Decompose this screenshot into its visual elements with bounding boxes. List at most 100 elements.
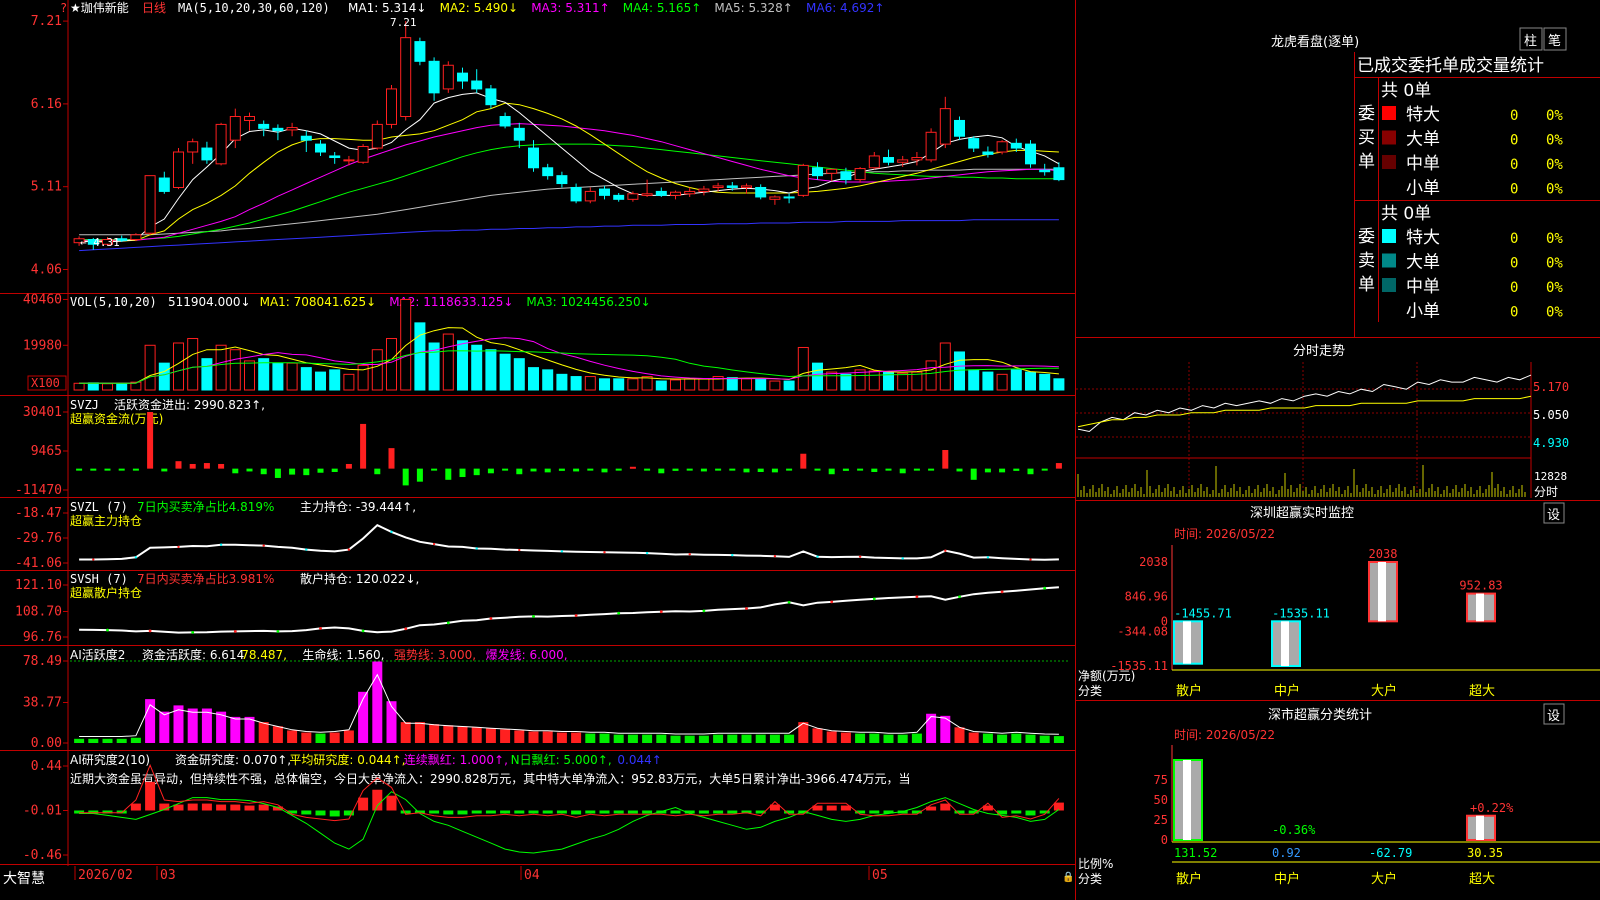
category-label: 中户 bbox=[1274, 871, 1300, 887]
activity-bar bbox=[258, 722, 269, 743]
volume-bar bbox=[215, 344, 227, 391]
activity-bar bbox=[982, 733, 993, 743]
candle-body bbox=[783, 196, 795, 199]
tab-bar[interactable]: 柱 笔 bbox=[1519, 27, 1567, 51]
candle-body bbox=[826, 168, 838, 174]
marker-dot bbox=[347, 548, 351, 551]
ai-research-panel[interactable]: AI研究度2(10) 资金研究度: 0.070↑,平均研究度: 0.044↑,连… bbox=[23, 752, 1064, 863]
y-tick-label: 78.49 bbox=[23, 654, 62, 669]
activity-bar bbox=[542, 731, 553, 743]
research-bar bbox=[1025, 810, 1036, 816]
volume-bar bbox=[599, 378, 610, 391]
y-tick-label: -29.76 bbox=[15, 531, 62, 546]
ai-active-panel[interactable]: AI活跃度2 资金活跃度: 6.61478.487, 生命线: 1.560, 强势线… bbox=[23, 647, 1068, 751]
period-label[interactable]: 日线 bbox=[142, 1, 166, 15]
row-count: 0 bbox=[1510, 305, 1518, 321]
color-swatch bbox=[1382, 155, 1396, 169]
volume-bar bbox=[499, 353, 511, 391]
research-bar bbox=[1011, 810, 1022, 814]
bar-value-label: -1535.11 bbox=[1272, 606, 1330, 620]
value-label: MA2: 5.490↓ bbox=[440, 1, 518, 15]
classify-panel[interactable]: 深市超赢分类统计 设 时间: 2026/05/22 75 50 25 0 131.52 散… bbox=[1078, 703, 1600, 887]
row-count: 0 bbox=[1510, 280, 1518, 296]
volume-bar bbox=[698, 378, 710, 391]
volume-bar bbox=[442, 333, 454, 391]
svzj-panel[interactable]: SVZJ 活跃资金进出: 2990.823↑, 超赢资金流(万元) 304019… bbox=[15, 397, 1062, 498]
right-panel[interactable]: 龙虎看盘(逐单) 柱 笔 已成交委托单成交量统计 委买单共 0单特大 0 0%大单 0… bbox=[1076, 0, 1600, 900]
fund-flow-bar bbox=[956, 468, 963, 472]
classify-settings-button[interactable]: 设 bbox=[1547, 709, 1560, 724]
volume-panel[interactable]: VOL(5,10,20) 511904.000↓ MA1: 708041.625↓… bbox=[23, 292, 1065, 391]
fund-flow-bar bbox=[218, 463, 225, 469]
svzl-panel[interactable]: SVZL (7) 7日内买卖净占比4.819% 主力持仓: -39.444↑, … bbox=[15, 499, 1059, 571]
row-label: 大单 bbox=[1406, 130, 1440, 150]
marker-dot bbox=[404, 627, 408, 631]
research-bar bbox=[585, 810, 596, 814]
svsh-panel[interactable]: SVSH (7) 7日内买卖净占比3.981% 散户持仓: 120.022↓, … bbox=[15, 571, 1059, 645]
candle-body bbox=[655, 190, 667, 196]
fund-flow-bar bbox=[374, 468, 381, 475]
volume-bar bbox=[868, 370, 880, 391]
main-chart-area[interactable]: ? ★珈伟新能 日线 MA(5,10,20,30,60,120) MA1: 5.… bbox=[0, 0, 1076, 900]
y-tick-label: 121.10 bbox=[15, 578, 62, 593]
monitor-ylabel: 净额(万元) bbox=[1078, 669, 1135, 683]
marker-dot bbox=[177, 545, 180, 549]
fund-flow-bar bbox=[303, 468, 310, 476]
fund-flow-bar bbox=[601, 468, 608, 473]
activity-bar bbox=[88, 738, 99, 743]
volume-bar bbox=[513, 358, 525, 391]
volume-bar bbox=[414, 322, 426, 391]
candle-body bbox=[996, 141, 1008, 153]
marker-dot bbox=[645, 551, 649, 555]
activity-bar bbox=[883, 734, 894, 743]
candle-body bbox=[954, 119, 965, 137]
value-label: 资金活跃度: 6.614 bbox=[142, 647, 244, 662]
activity-bar bbox=[471, 727, 482, 743]
marker-dot bbox=[915, 595, 919, 599]
fund-flow-bar bbox=[431, 468, 438, 471]
candle-body bbox=[698, 188, 710, 192]
volume-bar bbox=[386, 338, 397, 391]
y-tick-label: -344.08 bbox=[1117, 624, 1168, 638]
volume-bar bbox=[102, 383, 113, 391]
tab-tick[interactable]: 笔 bbox=[1548, 33, 1561, 49]
activity-bar bbox=[926, 713, 937, 743]
fund-flow-bar bbox=[161, 468, 168, 472]
bar-value-label: 2038 bbox=[1369, 547, 1398, 561]
time-label: 05 bbox=[872, 868, 888, 883]
intraday-volume bbox=[1077, 465, 1526, 497]
intraday-panel[interactable]: 分时走势 5.170 5.050 4.930 12828 分时 bbox=[1076, 343, 1569, 499]
bar-value-label: 131.52 bbox=[1174, 846, 1217, 860]
buy-order-stats: 委买单 共 0单特大 0 0% 大单 0 0% 中单 0 0% 小单 0 0% bbox=[1358, 81, 1563, 199]
net-bar-highlight bbox=[1183, 621, 1191, 664]
research-bar bbox=[386, 795, 397, 811]
kline-panel[interactable]: ? ★珈伟新能 日线 MA(5,10,20,30,60,120) MA1: 5.… bbox=[31, 0, 1065, 277]
volume-bar bbox=[116, 382, 128, 391]
research-bar bbox=[429, 810, 440, 814]
volume-bar bbox=[300, 367, 312, 391]
candle-body bbox=[726, 185, 738, 188]
monitor-panel[interactable]: 深圳超赢实时监控 设 时间: 2026/05/22 2038846.960-34… bbox=[1078, 502, 1600, 699]
fund-flow-bar bbox=[928, 468, 935, 471]
fund-flow-bar bbox=[857, 468, 864, 471]
row-count: 0 bbox=[1510, 157, 1518, 173]
marker-dot bbox=[745, 607, 748, 610]
candle-body bbox=[329, 155, 341, 159]
research-bar bbox=[244, 805, 255, 811]
intraday-vol-tick: 12828 bbox=[1534, 470, 1567, 483]
research-bar bbox=[642, 810, 653, 814]
svzj-bars bbox=[76, 412, 1062, 486]
time-label: 2026/02 bbox=[78, 868, 133, 883]
panel-menu-icon[interactable]: ? bbox=[60, 1, 67, 15]
fund-flow-bar bbox=[644, 468, 651, 471]
candle-body bbox=[371, 123, 383, 149]
monitor-settings-button[interactable]: 设 bbox=[1547, 508, 1560, 523]
candle-body bbox=[300, 135, 312, 141]
tab-column[interactable]: 柱 bbox=[1524, 34, 1537, 49]
ratio-bar-highlight bbox=[1183, 760, 1191, 840]
activity-bar bbox=[400, 722, 411, 743]
y-tick-label: 5.11 bbox=[31, 180, 62, 195]
fund-flow-bar bbox=[686, 468, 693, 471]
bar-value-label: 30.35 bbox=[1467, 846, 1503, 860]
fund-flow-bar bbox=[885, 468, 892, 471]
